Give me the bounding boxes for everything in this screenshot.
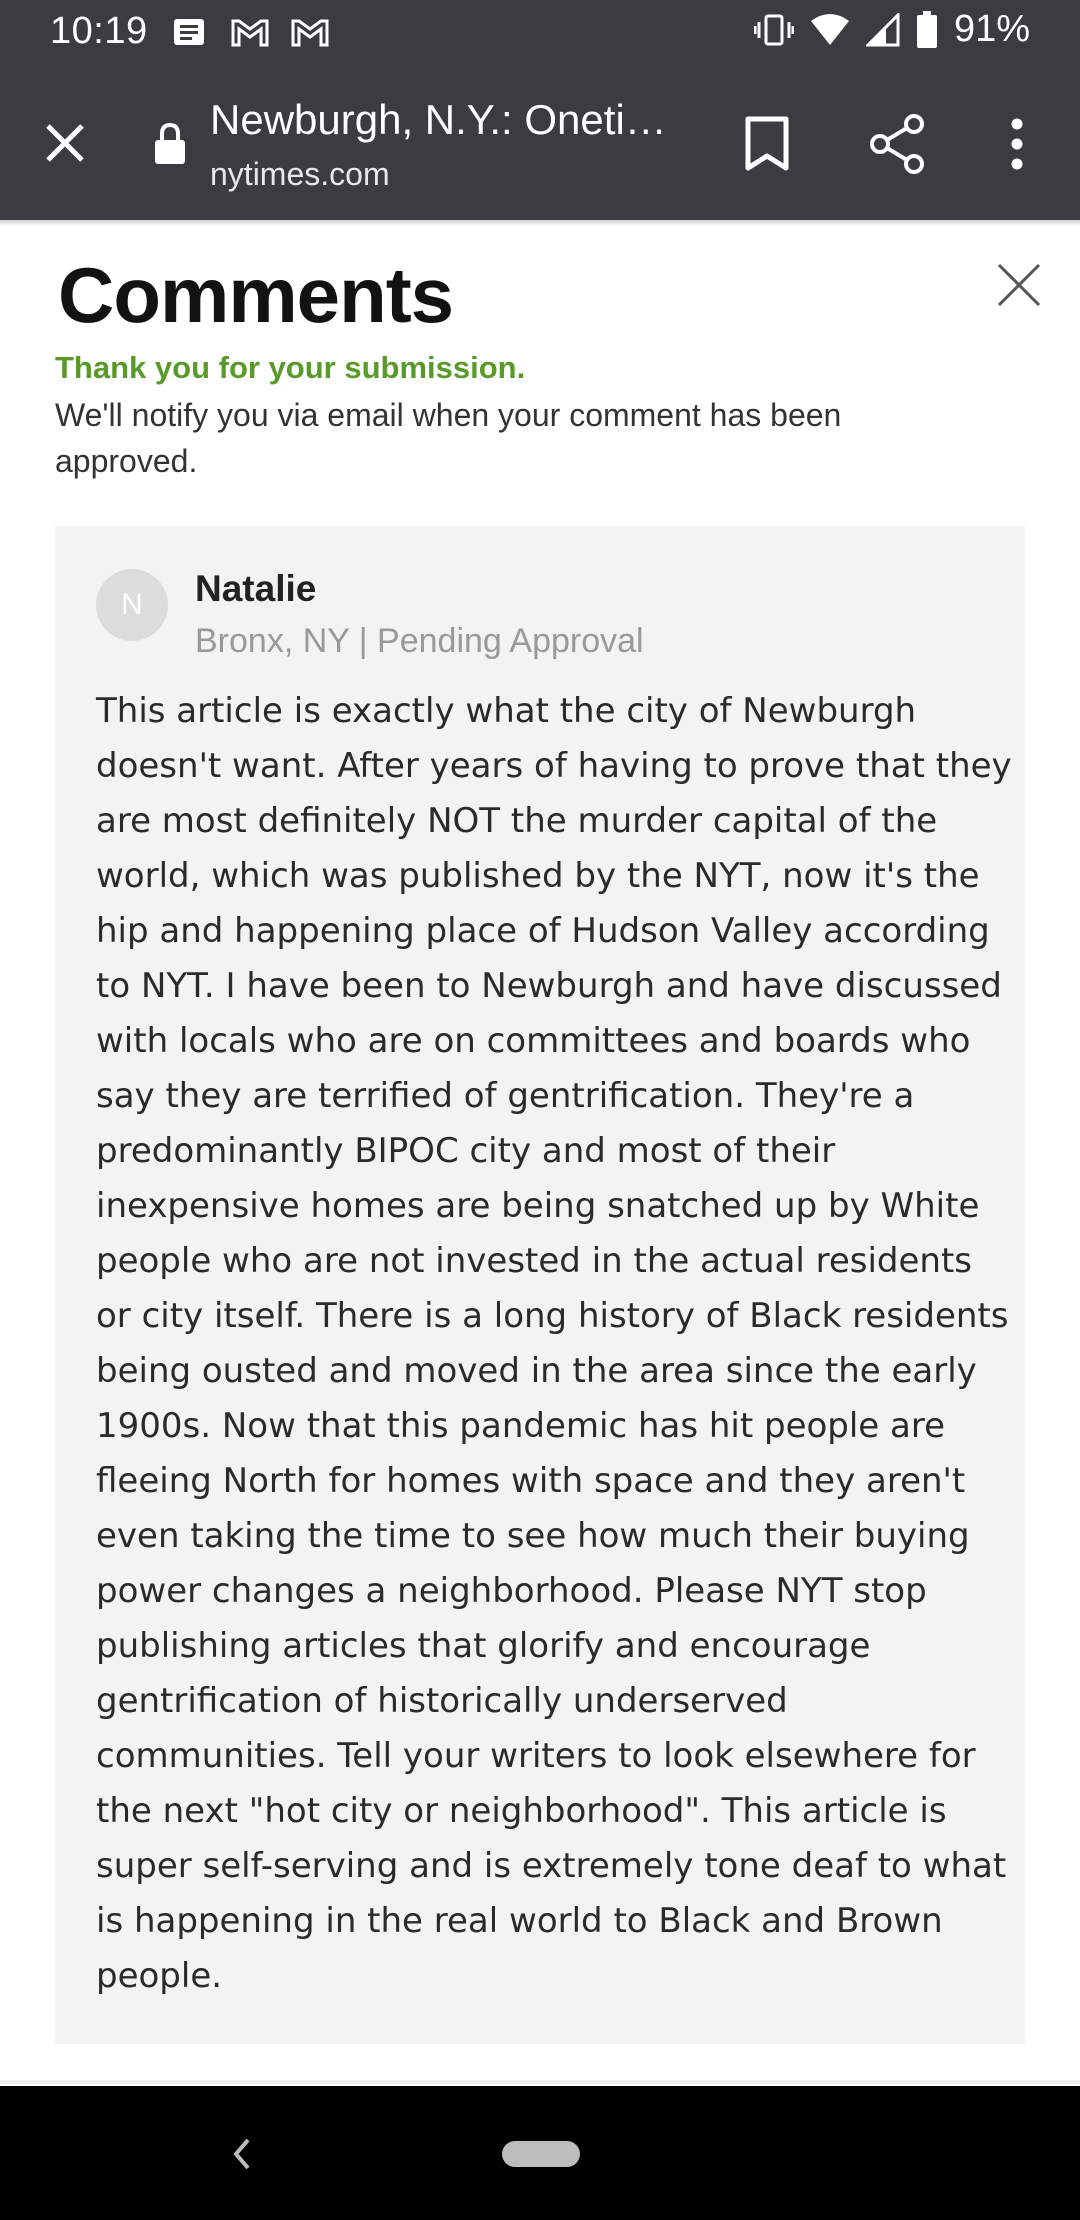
page-domain[interactable]: nytimes.com — [210, 156, 390, 193]
status-bar: 10:19 91% — [0, 0, 1080, 66]
close-icon[interactable] — [996, 262, 1042, 308]
page-title[interactable]: Newburgh, N.Y.: Oneti… — [210, 96, 670, 144]
browser-toolbar: Newburgh, N.Y.: Oneti… nytimes.com — [0, 66, 1080, 220]
home-pill[interactable] — [502, 2141, 580, 2167]
gmail-icon — [231, 19, 269, 47]
comment-body: This article is exactly what the city of… — [96, 691, 1012, 1996]
comments-title: Comments — [58, 251, 454, 339]
divider — [0, 2080, 1080, 2084]
vibrate-icon — [753, 14, 794, 45]
lock-icon — [155, 122, 185, 164]
status-time: 10:19 — [50, 10, 148, 52]
system-nav-bar — [0, 2086, 1080, 2220]
submission-thanks: Thank you for your submission. — [55, 350, 526, 385]
back-icon[interactable] — [226, 2126, 256, 2182]
toolbar-shadow — [0, 220, 1080, 226]
bookmark-icon[interactable] — [742, 116, 792, 172]
comment-author: Natalie — [195, 568, 317, 609]
status-right-group: 91% — [753, 8, 1030, 51]
comment-meta: Bronx, NY | Pending Approval — [195, 622, 644, 660]
avatar: N — [96, 569, 168, 641]
battery-percentage: 91% — [953, 8, 1030, 50]
gmail-icon — [291, 19, 329, 47]
message-icon — [174, 19, 204, 45]
close-icon[interactable] — [40, 118, 90, 168]
share-icon[interactable] — [868, 114, 928, 174]
notify-message: We'll notify you via email when your com… — [55, 397, 842, 479]
battery-icon — [916, 10, 937, 48]
wifi-icon — [810, 13, 849, 45]
comment-card: N Natalie Bronx, NY | Pending Approval T… — [55, 526, 1025, 2044]
signal-icon — [865, 12, 900, 46]
more-vert-icon[interactable] — [1000, 116, 1034, 172]
